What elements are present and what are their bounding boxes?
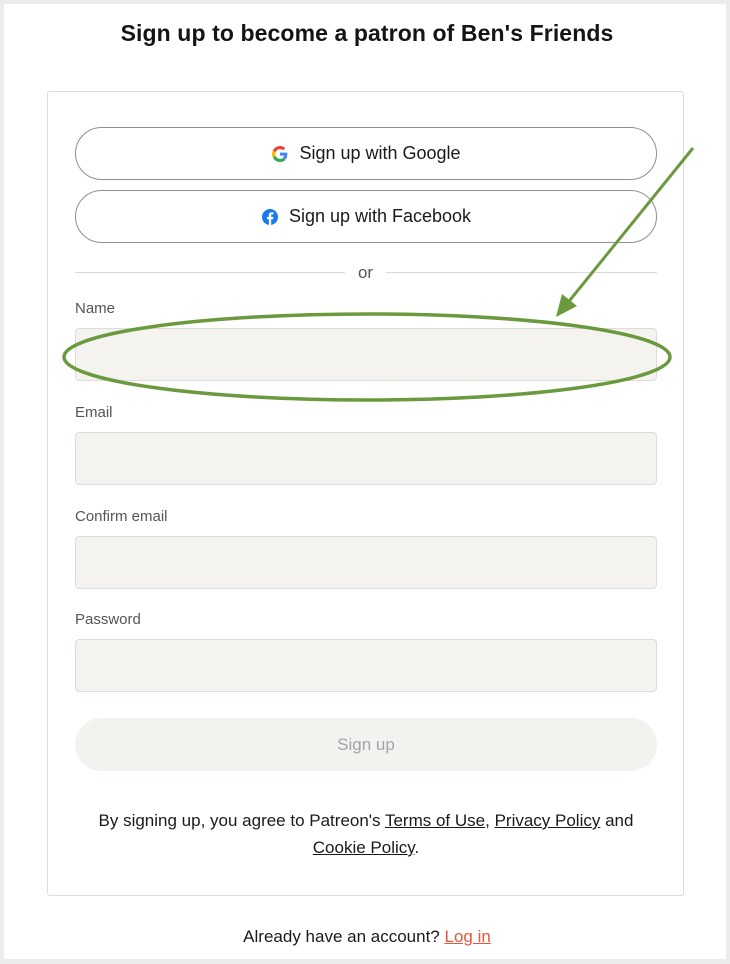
login-link[interactable]: Log in — [444, 927, 490, 946]
confirm-email-input[interactable] — [75, 536, 657, 589]
divider-line-right — [386, 272, 657, 273]
confirm-email-label: Confirm email — [75, 508, 168, 525]
email-label: Email — [75, 404, 113, 421]
name-label: Name — [75, 300, 116, 317]
signup-button[interactable]: Sign up — [75, 718, 657, 771]
divider-line-left — [75, 272, 345, 273]
facebook-f-icon — [261, 208, 279, 226]
cookie-policy-link[interactable]: Cookie Policy — [313, 838, 415, 857]
divider-or: or — [357, 263, 374, 282]
legal-comma: , — [485, 811, 495, 830]
legal-period: . — [414, 838, 420, 857]
password-label: Password — [75, 611, 141, 628]
terms-of-use-link[interactable]: Terms of Use — [385, 811, 485, 830]
password-input[interactable] — [75, 639, 657, 692]
legal-prefix: By signing up, you agree to Patreon's — [98, 811, 385, 830]
facebook-signup-label: Sign up with Facebook — [288, 206, 472, 226]
privacy-policy-link[interactable]: Privacy Policy — [495, 811, 601, 830]
login-prompt-text: Already have an account? — [243, 927, 445, 946]
login-prompt: Already have an account? Log in — [0, 927, 730, 947]
legal-notice: By signing up, you agree to Patreon's Te… — [75, 807, 657, 861]
google-signup-button[interactable]: Sign up with Google — [75, 127, 657, 180]
legal-and: and — [600, 811, 634, 830]
page-title: Sign up to become a patron of Ben's Frie… — [120, 20, 614, 46]
email-input[interactable] — [75, 432, 657, 485]
google-g-icon — [271, 145, 289, 163]
google-signup-label: Sign up with Google — [299, 143, 461, 163]
facebook-signup-button[interactable]: Sign up with Facebook — [75, 190, 657, 243]
name-input[interactable] — [75, 328, 657, 381]
